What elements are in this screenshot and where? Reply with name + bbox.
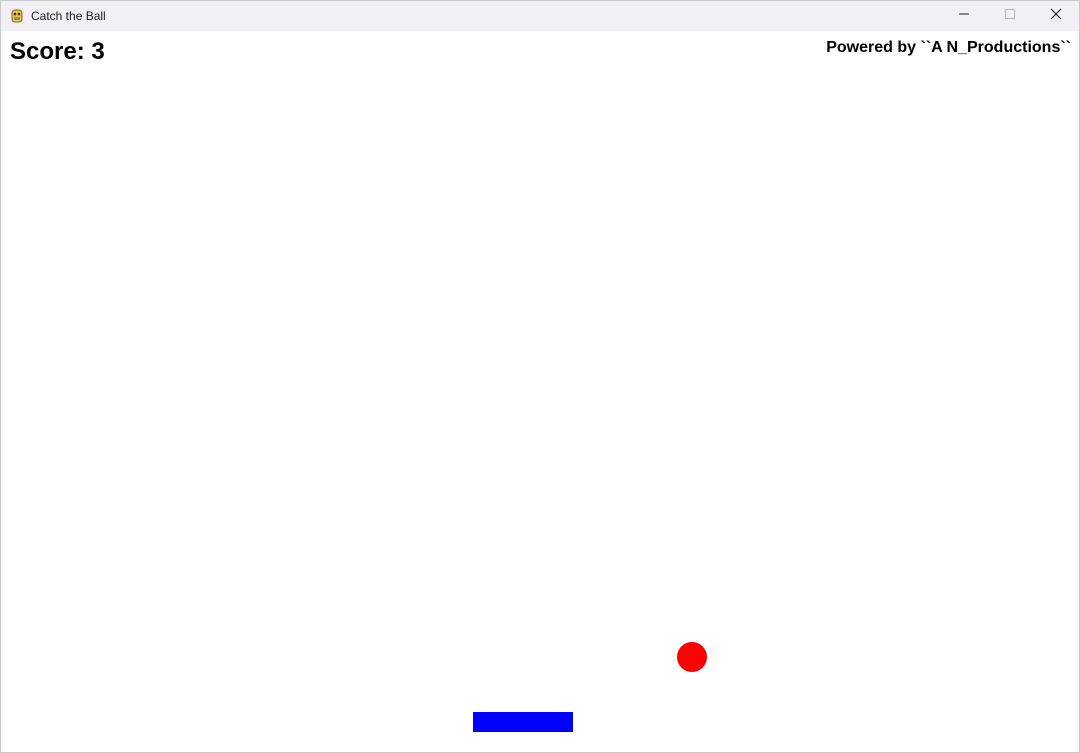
close-icon [1050,7,1062,25]
window-controls [941,1,1079,31]
paddle[interactable] [473,712,573,732]
score-label: Score: 3 [10,38,105,65]
window-title: Catch the Ball [31,9,106,23]
maximize-icon [1004,7,1016,25]
title-bar[interactable]: Catch the Ball [1,1,1079,31]
maximize-button[interactable] [987,1,1033,31]
minimize-button[interactable] [941,1,987,31]
ball [677,642,707,672]
game-canvas[interactable]: Score: 3 Powered by ``A N_Productions`` [1,31,1079,752]
credit-label: Powered by ``A N_Productions`` [826,39,1071,56]
close-button[interactable] [1033,1,1079,31]
minimize-icon [958,7,970,25]
pygame-snake-icon [9,8,25,24]
game-window: Catch the Ball Score: 3 Powered by ``A N… [0,0,1080,753]
